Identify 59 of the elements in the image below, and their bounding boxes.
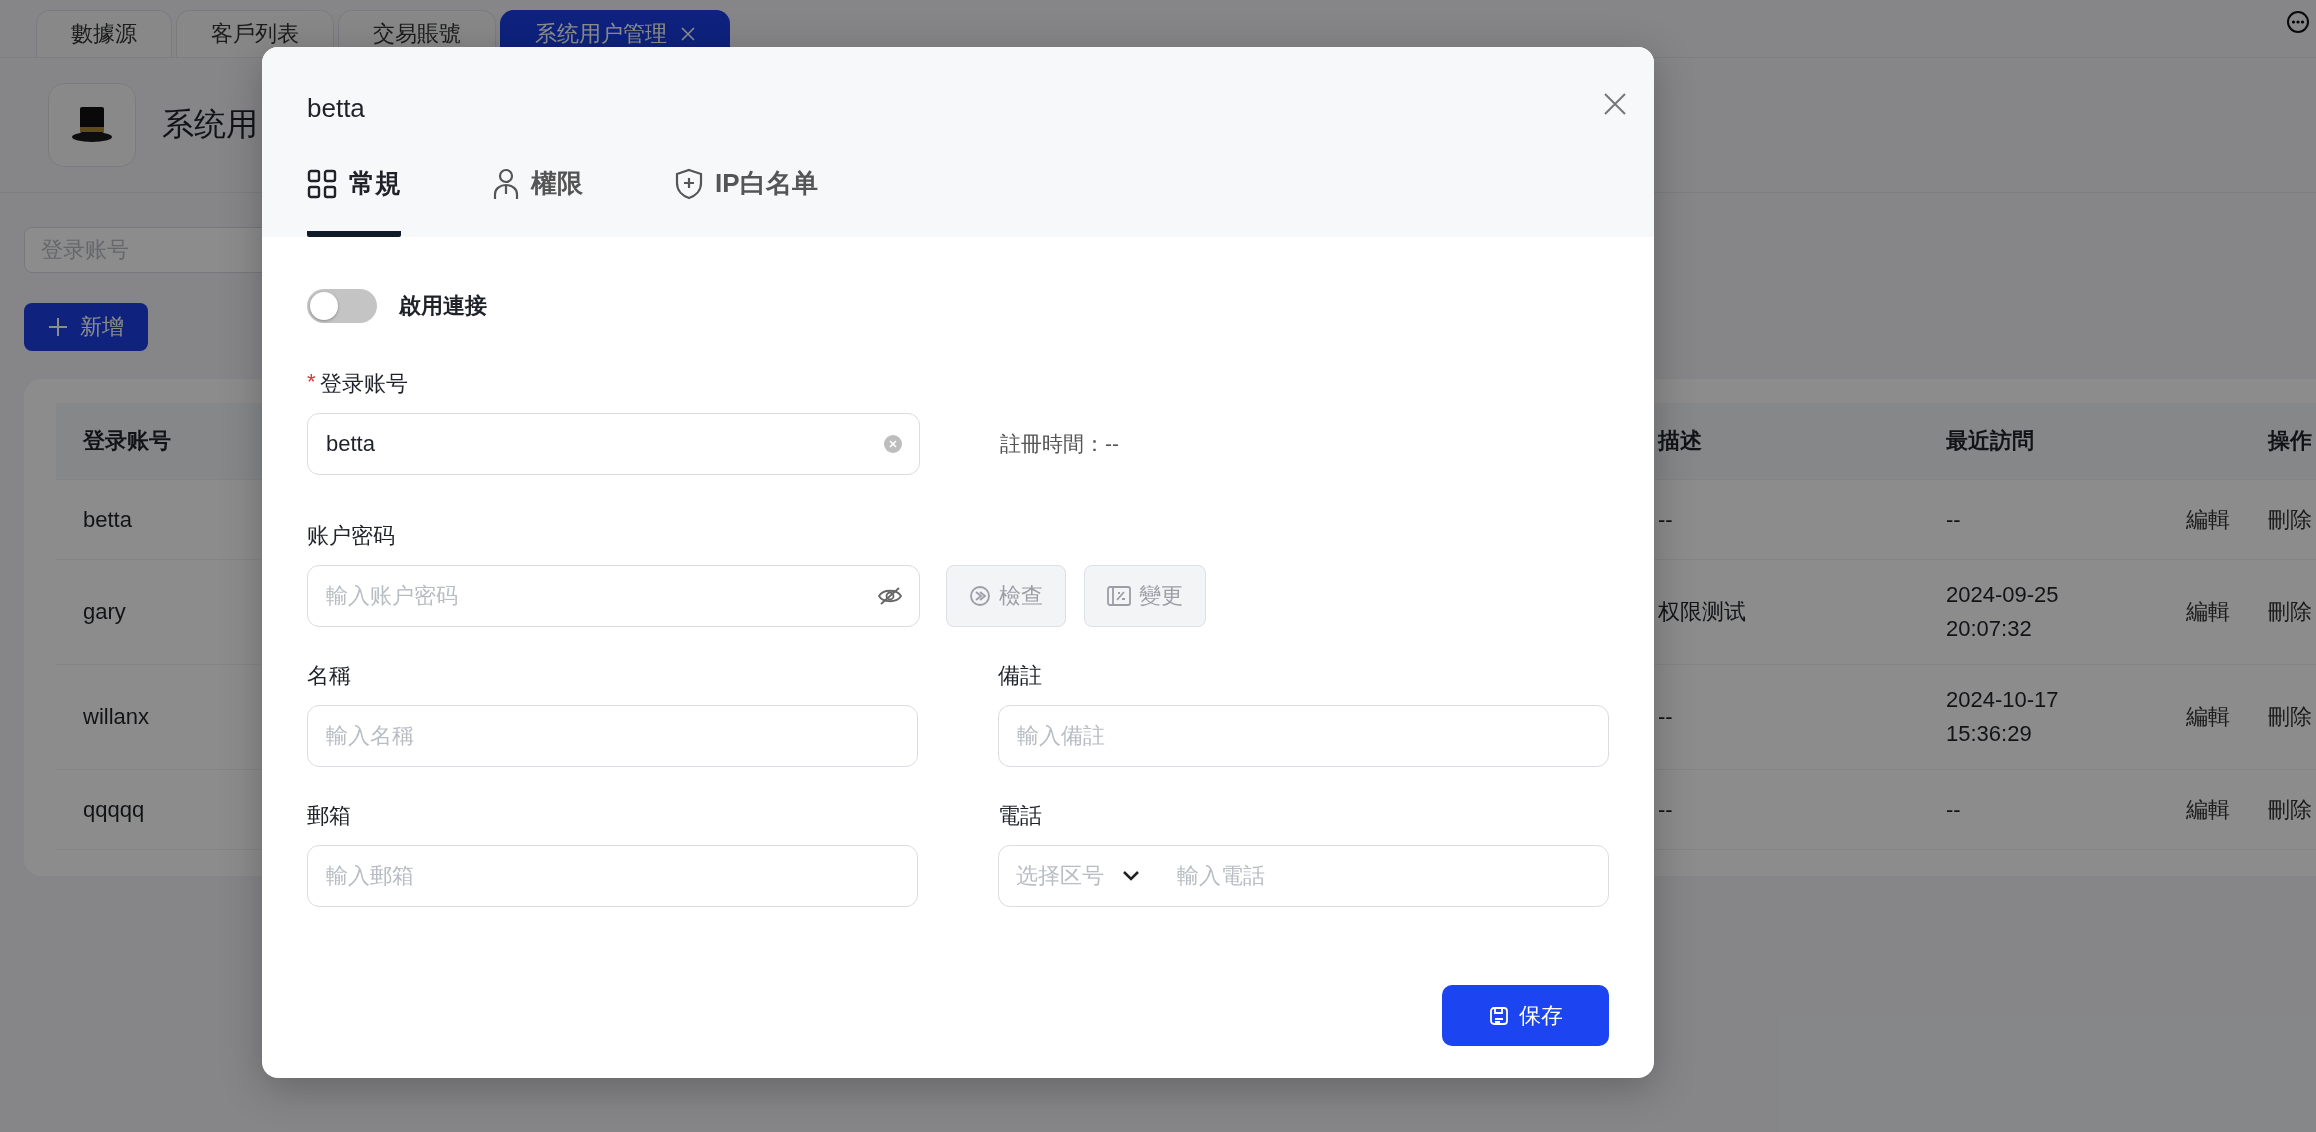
dialog-tab[interactable]: 權限 [493, 166, 583, 237]
column-header: 登录账号 [83, 427, 171, 455]
action-link[interactable]: 刪除 [2268, 597, 2312, 627]
dialog-tab[interactable]: IP白名单 [675, 166, 818, 237]
action-link[interactable]: 刪除 [2268, 702, 2312, 732]
action-link[interactable]: 編輯 [2186, 504, 2230, 535]
table-cell-text: 权限测试 [1658, 598, 1746, 626]
field-label: 名稱 [307, 662, 351, 690]
field-label: 登录账号 [319, 370, 408, 398]
field-label: 账户密码 [307, 522, 395, 550]
field-label: 備註 [998, 662, 1042, 690]
table-cell: qqqqq [83, 796, 145, 823]
dialog-tab[interactable]: 常規 [307, 166, 401, 237]
registration-time: 註冊時間：-- [1000, 431, 1119, 457]
field-label: 郵箱 [307, 802, 351, 830]
action-link[interactable]: 編輯 [2186, 597, 2230, 627]
table-cell: gary [83, 599, 126, 625]
grid-icon [307, 168, 337, 199]
chevron-down-icon [1122, 870, 1140, 882]
action-link[interactable]: 刪除 [2268, 794, 2312, 825]
table-cell-text: 2024-10-17 15:36:29 [1946, 686, 2060, 748]
dialog-title: betta [307, 93, 366, 124]
password-field[interactable]: 輸入账户密码 [307, 565, 920, 627]
page-tab[interactable]: 數據源 [36, 10, 172, 57]
remark-field[interactable]: 輸入備註 [998, 705, 1609, 767]
name-field[interactable]: 輸入名稱 [307, 705, 918, 767]
page-title: 系统用 [162, 105, 258, 144]
table-cell: betta [83, 506, 132, 533]
close-icon[interactable] [1604, 93, 1626, 115]
table-cell-text: -- [1946, 795, 1962, 824]
person-icon [493, 167, 519, 200]
shield-icon [675, 167, 703, 200]
image-icon [1107, 586, 1131, 606]
action-link[interactable]: 編輯 [2186, 794, 2230, 825]
table-cell: willanx [83, 704, 150, 730]
action-link[interactable]: 刪除 [2268, 504, 2312, 535]
table-cell: -- [1658, 506, 1673, 533]
column-header: 操作 [2268, 427, 2312, 455]
table-cell-text: -- [1946, 505, 1962, 534]
email-field[interactable]: 輸入郵箱 [307, 845, 918, 907]
required-mark: * [307, 369, 316, 396]
column-header: 最近訪問 [1946, 427, 2034, 455]
eye-off-icon[interactable] [878, 586, 902, 606]
toggle-switch[interactable] [307, 289, 377, 323]
more-icon[interactable] [2286, 10, 2310, 34]
plus-icon [48, 317, 68, 337]
toggle-label: 啟用連接 [399, 292, 487, 320]
action-link[interactable]: 編輯 [2186, 702, 2230, 732]
add-button[interactable]: 新增 [24, 303, 148, 351]
table-cell-text: 2024-09-25 20:07:32 [1946, 581, 2060, 643]
save-button[interactable]: 保存 [1442, 985, 1609, 1046]
field-label: 電話 [998, 802, 1042, 830]
page-tab[interactable]: 客戶列表 [176, 10, 334, 57]
table-cell: -- [1658, 796, 1673, 823]
save-icon [1488, 1005, 1509, 1026]
account-field[interactable]: betta [307, 413, 920, 475]
column-header: 描述 [1658, 427, 1702, 455]
table-cell: -- [1658, 704, 1673, 730]
hat-icon [70, 105, 114, 145]
